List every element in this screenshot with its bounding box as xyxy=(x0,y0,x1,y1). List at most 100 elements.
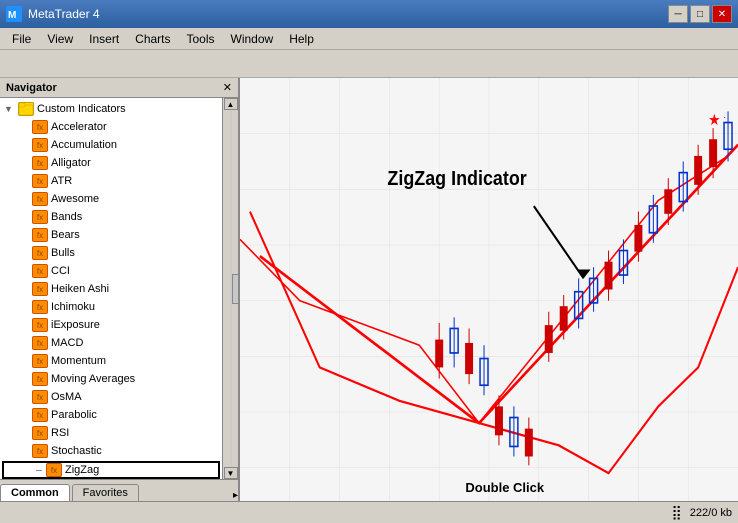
window-controls: ─ □ ✕ xyxy=(668,5,732,23)
indicator-atr[interactable]: fx ATR xyxy=(0,172,222,190)
indicator-macd[interactable]: fx MACD xyxy=(0,334,222,352)
item-label: Alligator xyxy=(51,157,91,169)
indicator-moving-averages[interactable]: fx Moving Averages xyxy=(0,370,222,388)
svg-text:·: · xyxy=(723,111,726,124)
item-label: Ichimoku xyxy=(51,301,95,313)
indicator-parabolic[interactable]: fx Parabolic xyxy=(0,406,222,424)
indicator-icon: fx xyxy=(32,282,48,296)
item-label: MACD xyxy=(51,337,83,349)
maximize-button[interactable]: □ xyxy=(690,5,710,23)
indicator-icon: fx xyxy=(32,372,48,386)
status-memory: 222/0 kb xyxy=(690,507,732,519)
item-label: Momentum xyxy=(51,355,106,367)
indicator-icon: fx xyxy=(32,120,48,134)
item-label: OsMA xyxy=(51,391,82,403)
folder-icon xyxy=(18,102,34,116)
menu-bar: File View Insert Charts Tools Window Hel… xyxy=(0,28,738,50)
indicator-osma[interactable]: fx OsMA xyxy=(0,388,222,406)
indicator-icon: fx xyxy=(32,192,48,206)
status-grid-icon: ⣿ xyxy=(672,504,682,521)
indicator-stochastic[interactable]: fx Stochastic xyxy=(0,442,222,460)
indicator-heiken-ashi[interactable]: fx Heiken Ashi xyxy=(0,280,222,298)
indicator-icon: fx xyxy=(32,426,48,440)
item-label: iExposure xyxy=(51,319,100,331)
indicator-zigzag[interactable]: fx ZigZag xyxy=(2,461,220,479)
indicator-ichimoku[interactable]: fx Ichimoku xyxy=(0,298,222,316)
indicator-alligator[interactable]: fx Alligator xyxy=(0,154,222,172)
menu-charts[interactable]: Charts xyxy=(127,30,178,48)
indicator-iexposure[interactable]: fx iExposure xyxy=(0,316,222,334)
navigator-panel: Navigator ✕ ▼ Custom Indicators fx Accel… xyxy=(0,78,240,501)
toolbar xyxy=(0,50,738,78)
chart-area[interactable]: ZigZag Indicator ★ · · Double Click xyxy=(240,78,738,501)
item-label: Bands xyxy=(51,211,82,223)
item-label: ATR xyxy=(51,175,72,187)
indicator-icon: fx xyxy=(32,354,48,368)
indicator-icon: fx xyxy=(32,264,48,278)
indicator-rsi[interactable]: fx RSI xyxy=(0,424,222,442)
indicator-icon: fx xyxy=(32,246,48,260)
menu-help[interactable]: Help xyxy=(281,30,322,48)
indicator-icon: fx xyxy=(32,156,48,170)
menu-view[interactable]: View xyxy=(39,30,81,48)
item-label: RSI xyxy=(51,427,69,439)
indicator-icon: fx xyxy=(32,174,48,188)
custom-indicators-label: Custom Indicators xyxy=(37,103,126,115)
main-layout: Navigator ✕ ▼ Custom Indicators fx Accel… xyxy=(0,78,738,501)
navigator-title: Navigator xyxy=(6,82,57,94)
svg-text:ZigZag Indicator: ZigZag Indicator xyxy=(387,168,527,190)
navigator-close-button[interactable]: ✕ xyxy=(223,81,232,94)
indicator-bears[interactable]: fx Bears xyxy=(0,226,222,244)
item-label: Parabolic xyxy=(51,409,97,421)
indicator-icon: fx xyxy=(32,408,48,422)
window-title: MetaTrader 4 xyxy=(28,7,668,21)
app-icon: M xyxy=(6,6,22,22)
indicator-awesome[interactable]: fx Awesome xyxy=(0,190,222,208)
navigator-tree: ▼ Custom Indicators fx Accelerator fx Ac… xyxy=(0,98,222,479)
menu-insert[interactable]: Insert xyxy=(81,30,127,48)
item-label: Bulls xyxy=(51,247,75,259)
svg-text:★: ★ xyxy=(708,112,720,129)
item-label: Accelerator xyxy=(51,121,107,133)
item-label: Moving Averages xyxy=(51,373,135,385)
item-label: Accumulation xyxy=(51,139,117,151)
chart-svg: ZigZag Indicator ★ · · xyxy=(240,78,738,501)
indicator-cci[interactable]: fx CCI xyxy=(0,262,222,280)
indicator-icon: fx xyxy=(32,138,48,152)
expand-icon: ▼ xyxy=(4,104,18,114)
close-button[interactable]: ✕ xyxy=(712,5,732,23)
menu-tools[interactable]: Tools xyxy=(179,30,223,48)
indicator-bulls[interactable]: fx Bulls xyxy=(0,244,222,262)
item-label: Bears xyxy=(51,229,80,241)
indicator-icon: fx xyxy=(32,336,48,350)
minimize-button[interactable]: ─ xyxy=(668,5,688,23)
navigator-scrollbar[interactable]: ▲ ▼ xyxy=(222,98,238,479)
tab-favorites[interactable]: Favorites xyxy=(72,484,139,501)
indicator-bands[interactable]: fx Bands xyxy=(0,208,222,226)
indicator-icon: fx xyxy=(32,444,48,458)
item-label: Heiken Ashi xyxy=(51,283,109,295)
indicator-accumulation[interactable]: fx Accumulation xyxy=(0,136,222,154)
indicator-icon: fx xyxy=(32,318,48,332)
title-bar: M MetaTrader 4 ─ □ ✕ xyxy=(0,0,738,28)
indicator-momentum[interactable]: fx Momentum xyxy=(0,352,222,370)
indicator-icon: fx xyxy=(32,300,48,314)
navigator-header: Navigator ✕ xyxy=(0,78,238,98)
item-label: ZigZag xyxy=(65,464,99,476)
item-label: CCI xyxy=(51,265,70,277)
svg-text:·: · xyxy=(730,119,733,132)
custom-indicators-folder[interactable]: ▼ Custom Indicators xyxy=(0,100,222,118)
svg-text:M: M xyxy=(8,10,16,21)
navigator-tabs: Common Favorites ▸ xyxy=(0,479,238,501)
item-label: Awesome xyxy=(51,193,99,205)
menu-window[interactable]: Window xyxy=(223,30,282,48)
indicator-icon: fx xyxy=(32,210,48,224)
indicator-accelerator[interactable]: fx Accelerator xyxy=(0,118,222,136)
tab-common[interactable]: Common xyxy=(0,484,70,501)
indicator-icon: fx xyxy=(32,228,48,242)
indicator-icon: fx xyxy=(32,390,48,404)
tab-arrow[interactable]: ▸ xyxy=(233,490,238,501)
item-label: Stochastic xyxy=(51,445,102,457)
status-bar: ⣿ 222/0 kb xyxy=(0,501,738,523)
menu-file[interactable]: File xyxy=(4,30,39,48)
